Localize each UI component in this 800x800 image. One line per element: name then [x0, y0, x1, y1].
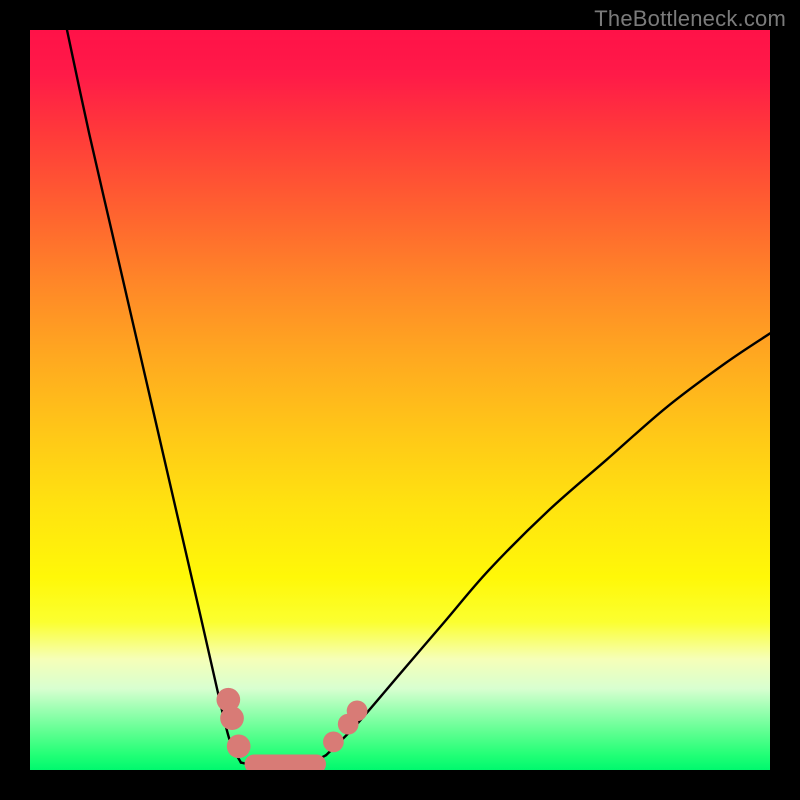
valley-marker	[323, 732, 344, 753]
valley-markers	[216, 688, 367, 758]
watermark-text: TheBottleneck.com	[594, 6, 786, 32]
curve-left-branch	[67, 30, 241, 763]
chart-svg	[30, 30, 770, 770]
valley-marker	[347, 700, 368, 721]
valley-marker	[220, 706, 244, 730]
valley-marker	[227, 734, 251, 758]
curve-right-branch	[326, 333, 770, 755]
outer-frame: TheBottleneck.com	[0, 0, 800, 800]
valley-bar	[245, 754, 326, 770]
plot-area	[30, 30, 770, 770]
